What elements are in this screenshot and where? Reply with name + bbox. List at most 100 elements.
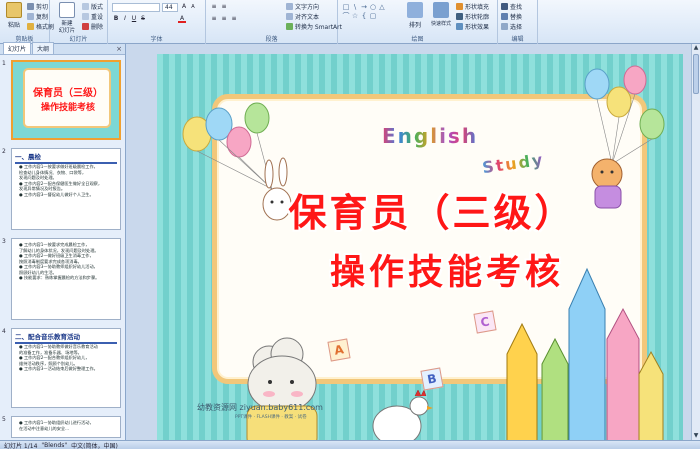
slide-thumbnail-2[interactable]: 一、晨检 ● 工作内容1—按要求做好班级晨检工作， 检查幼儿身体情况、衣物、口袋… [11, 148, 121, 230]
slide-number: 3 [2, 238, 6, 245]
replace-button[interactable]: 替换 [501, 12, 522, 21]
quick-styles-button[interactable]: 快速样式 [428, 2, 454, 32]
chicken-icon [372, 389, 433, 447]
watermark-subtext: PPT课件 · FLASH课件 · 教案 · 试卷 [235, 415, 307, 420]
ribbon: 粘贴 剪切 复制 格式刷 剪贴板 新建 幻灯片 版式 重设 删除 幻灯片 44 … [0, 0, 700, 44]
slide-thumbnail-4[interactable]: 二、配合音乐教育活动 ● 工作内容1—协助教师做好音乐教育活动 的准备工作，准备… [11, 328, 121, 408]
fill-bucket-icon [456, 3, 463, 10]
vertical-scrollbar[interactable]: ▲ ▼ [691, 44, 700, 440]
slide-editor[interactable]: English Study 保育员（三级） 操作技能考核 C A B 幼教资源网… [127, 44, 700, 448]
layout-icon [82, 3, 89, 10]
underline-button[interactable]: U [130, 15, 138, 23]
slide-title[interactable]: 保育员（三级） [267, 182, 597, 237]
drawing-group: □ \ → ○ △ ⌒ ☆ { ▢ 排列 快速样式 形状填充 形状轮廓 形状效果… [338, 0, 498, 44]
slide-indicator: 幻灯片 1/14 [4, 442, 38, 449]
balloons-left-icon [182, 102, 273, 190]
shape-line-icon[interactable]: \ [351, 3, 359, 11]
shape-brace-icon[interactable]: { [360, 12, 368, 20]
drawing-group-label: 绘图 [411, 36, 424, 43]
shape-rect-icon[interactable]: □ [342, 3, 350, 11]
replace-icon [501, 13, 508, 20]
thumb-line: ● 工作内容3—活动结束后做好整理工作。 [19, 366, 98, 371]
editing-group: 查找 替换 选择 编辑 [498, 0, 538, 44]
reset-icon [82, 13, 89, 20]
slide-thumbnail-5[interactable]: ● 工作内容1—协助组织幼儿进行活动， 在活动中注意幼儿的安全... [11, 416, 121, 438]
thumb-title: 保育员（三级） [33, 88, 103, 99]
delete-icon [82, 23, 89, 30]
english-letters: English [382, 124, 479, 148]
align-text-icon [286, 13, 293, 20]
new-slide-button[interactable]: 新建 幻灯片 [54, 2, 80, 34]
slides-group-label: 幻灯片 [69, 36, 88, 43]
slide-canvas[interactable]: English Study 保育员（三级） 操作技能考核 C A B 幼教资源网… [157, 54, 683, 448]
align-right-button[interactable]: ≡ [230, 15, 238, 23]
bullets-button[interactable]: ≡ [210, 3, 218, 11]
slide-number: 1 [2, 60, 6, 67]
new-slide-icon [59, 2, 75, 18]
select-button[interactable]: 选择 [501, 22, 522, 31]
numbering-button[interactable]: ≡ [220, 3, 228, 11]
shape-effects-button[interactable]: 形状效果 [456, 22, 489, 31]
watermark-text: 幼教资源网 ziyuan.baby611.com [197, 403, 323, 412]
slide-thumbnail-1[interactable]: 保育员（三级） 操作技能考核 [11, 60, 121, 140]
font-color-button[interactable]: A [178, 15, 186, 23]
paragraph-group: ≡ ≡ ≡ ≡ ≡ 文字方向 对齐文本 转换为 SmartArt 段落 [206, 0, 342, 44]
cut-button[interactable]: 剪切 [27, 2, 48, 11]
shape-fill-button[interactable]: 形状填充 [456, 2, 489, 11]
slide-number: 5 [2, 416, 6, 423]
scroll-down-icon[interactable]: ▼ [692, 432, 700, 440]
find-button[interactable]: 查找 [501, 2, 522, 11]
slide-number: 2 [2, 148, 6, 155]
grow-font-button[interactable]: A [180, 3, 188, 11]
pencils-icon [506, 267, 664, 448]
slide-subtitle[interactable]: 操作技能考核 [297, 244, 597, 295]
letter-block-b: B [420, 367, 444, 391]
shape-star-icon[interactable]: ☆ [351, 12, 359, 20]
layout-button[interactable]: 版式 [82, 2, 103, 11]
scissors-icon [27, 3, 34, 10]
align-center-button[interactable]: ≡ [220, 15, 228, 23]
select-cursor-icon [501, 23, 508, 30]
scroll-thumb[interactable] [693, 54, 699, 94]
shape-outline-button[interactable]: 形状轮廓 [456, 12, 489, 21]
scroll-up-icon[interactable]: ▲ [692, 44, 700, 52]
delete-slide-button[interactable]: 删除 [82, 22, 103, 31]
shape-triangle-icon[interactable]: △ [378, 3, 386, 11]
slides-group: 新建 幻灯片 版式 重设 删除 幻灯片 [50, 0, 108, 44]
slides-panel: 幻灯片 大纲 × 1 保育员（三级） 操作技能考核 2 一、晨检 ● 工作内容1… [0, 42, 126, 440]
slide-thumbnail-3[interactable]: ● 工作内容1—按要求完成晨检工作， 了解幼儿的身体状况，发现问题及时处理。 ●… [11, 238, 121, 320]
panel-tabs: 幻灯片 大纲 [0, 42, 125, 55]
font-group: 44 A A B I U S A 字体 [108, 0, 206, 44]
arrange-button[interactable]: 排列 [404, 2, 426, 32]
thumb-title: 二、配合音乐教育活动 [15, 333, 80, 341]
binoculars-icon [501, 3, 508, 10]
paste-button[interactable]: 粘贴 [2, 2, 26, 32]
close-icon[interactable]: × [116, 45, 122, 53]
smartart-button[interactable]: 转换为 SmartArt [286, 22, 342, 31]
shape-rounded-icon[interactable]: ▢ [369, 12, 377, 20]
font-size-combo[interactable]: 44 [162, 3, 178, 12]
bold-button[interactable]: B [112, 15, 120, 23]
copy-button[interactable]: 复制 [27, 12, 48, 21]
reset-button[interactable]: 重设 [82, 12, 103, 21]
thumb-line: ● 技能要求：熟练掌握晨检的方法和步骤。 [19, 275, 100, 280]
strikethrough-button[interactable]: S [139, 15, 147, 23]
text-direction-button[interactable]: 文字方向 [286, 2, 319, 11]
shape-oval-icon[interactable]: ○ [369, 3, 377, 11]
shape-arrow-icon[interactable]: → [360, 3, 368, 11]
tab-slides[interactable]: 幻灯片 [3, 42, 32, 54]
quick-styles-icon [433, 2, 449, 18]
tab-outline[interactable]: 大纲 [32, 42, 55, 54]
italic-button[interactable]: I [121, 15, 129, 23]
shape-curve-icon[interactable]: ⌒ [342, 12, 350, 20]
align-left-button[interactable]: ≡ [210, 15, 218, 23]
brush-icon [27, 23, 34, 30]
language-indicator: 中文(简体，中国) [71, 442, 118, 449]
letter-block-c: C [473, 310, 497, 334]
english-word-art: English [382, 124, 478, 148]
thumb-line: ● 工作内容3—督促幼儿做好个人卫生。 [19, 191, 94, 197]
shrink-font-button[interactable]: A [189, 3, 197, 11]
clipboard-group: 粘贴 剪切 复制 格式刷 剪贴板 [0, 0, 54, 44]
font-name-combo[interactable] [112, 3, 160, 12]
align-text-button[interactable]: 对齐文本 [286, 12, 319, 21]
